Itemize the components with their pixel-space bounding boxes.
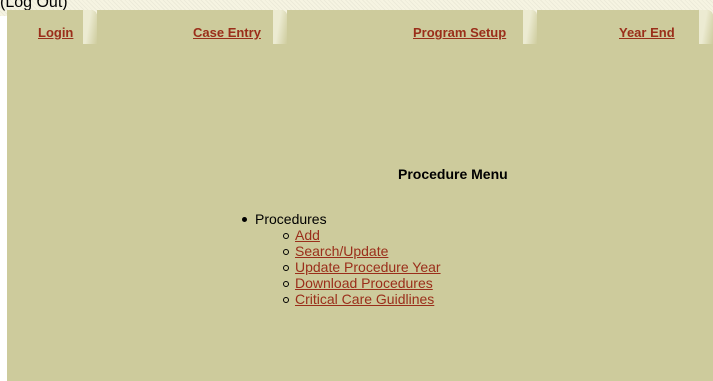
bullet-circle-icon [283, 281, 289, 287]
bullet-circle-icon [283, 249, 289, 255]
list-item: Search/Update [283, 243, 441, 259]
critical-care-guidelines-link[interactable]: Critical Care Guidlines [295, 291, 434, 307]
tab-case-entry[interactable]: Case Entry [193, 25, 261, 40]
bullet-circle-icon [283, 265, 289, 271]
search-update-link[interactable]: Search/Update [295, 243, 388, 259]
procedures-list: Procedures Add Search/Update Update Proc… [242, 211, 441, 307]
tab-year-end[interactable]: Year End [619, 25, 675, 40]
page-title: Procedure Menu [398, 166, 508, 182]
procedures-section: Procedures Add Search/Update Update Proc… [242, 211, 441, 307]
download-procedures-link[interactable]: Download Procedures [295, 275, 433, 291]
bullet-circle-icon [283, 233, 289, 239]
list-item: Add [283, 227, 441, 243]
bullet-circle-icon [283, 297, 289, 303]
tab-login[interactable]: Login [38, 25, 73, 40]
tab-program-setup[interactable]: Program Setup [413, 25, 506, 40]
list-item: Critical Care Guidlines [283, 291, 441, 307]
update-procedure-year-link[interactable]: Update Procedure Year [295, 259, 441, 275]
procedures-label: Procedures [255, 211, 327, 227]
bullet-disc-icon [242, 217, 247, 222]
list-item: Download Procedures [283, 275, 441, 291]
content-panel: Procedure Menu Procedures Add Search/Upd… [7, 44, 713, 381]
list-item: Update Procedure Year [283, 259, 441, 275]
procedures-sublist: Add Search/Update Update Procedure Year … [255, 227, 441, 307]
add-link[interactable]: Add [295, 227, 320, 243]
